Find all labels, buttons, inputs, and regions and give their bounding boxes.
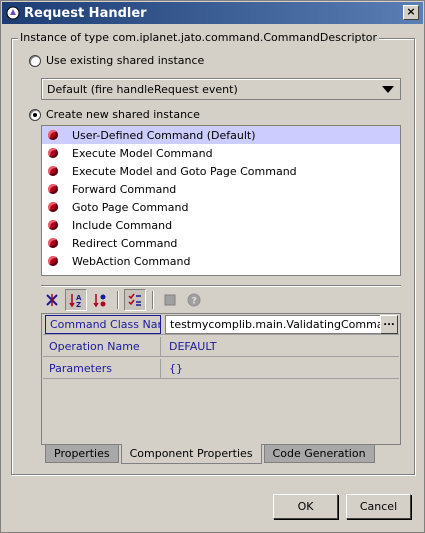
command-label: Execute Model and Goto Page Command <box>72 164 297 178</box>
property-row[interactable]: Parameters {} <box>43 358 399 379</box>
bean-icon <box>48 130 58 140</box>
property-name[interactable]: Operation Name <box>45 337 161 356</box>
property-row[interactable]: Operation Name DEFAULT <box>43 336 399 357</box>
sort-by-type-icon[interactable] <box>89 289 111 311</box>
property-editor-icon[interactable] <box>159 289 181 311</box>
command-label: Goto Page Command <box>72 200 189 214</box>
toolbar-separator <box>152 291 153 309</box>
window-title: Request Handler <box>24 5 147 21</box>
command-list-item[interactable]: Execute Model Command <box>42 144 400 162</box>
property-name[interactable]: Parameters <box>45 359 161 378</box>
svg-text:Z: Z <box>76 301 81 308</box>
ellipsis-button[interactable]: ... <box>380 315 398 334</box>
app-icon <box>6 6 20 20</box>
bean-icon <box>48 148 58 158</box>
property-name[interactable]: Command Class Name <box>45 315 161 334</box>
property-row[interactable]: Command Class Name testmycomplib.main.Va… <box>43 314 399 335</box>
use-existing-label: Use existing shared instance <box>46 54 205 67</box>
group-title: Instance of type com.iplanet.jato.comman… <box>18 31 380 44</box>
bean-icon <box>48 238 58 248</box>
command-label: Forward Command <box>72 182 177 196</box>
ok-button[interactable]: OK <box>273 494 338 519</box>
tab-properties[interactable]: Properties <box>45 445 119 463</box>
toolbar-separator <box>117 291 118 309</box>
bean-icon <box>48 220 58 230</box>
create-new-label: Create new shared instance <box>46 108 200 121</box>
cancel-button[interactable]: Cancel <box>346 494 411 519</box>
dialog-window: Request Handler × Instance of type com.i… <box>0 0 425 533</box>
command-label: Execute Model Command <box>72 146 213 160</box>
sort-unsorted-icon[interactable] <box>41 289 63 311</box>
existing-instance-combo[interactable]: Default (fire handleRequest event) <box>41 78 401 100</box>
command-list-item[interactable]: User-Defined Command (Default) <box>42 126 400 144</box>
bean-icon <box>48 184 58 194</box>
create-new-radio[interactable] <box>29 108 41 121</box>
property-sheet: Command Class Name testmycomplib.main.Va… <box>41 313 401 445</box>
command-list-item[interactable]: WebAction Command <box>42 252 400 270</box>
bean-icon <box>48 202 58 212</box>
svg-text:?: ? <box>192 297 197 307</box>
command-list-item[interactable]: Include Command <box>42 216 400 234</box>
help-icon[interactable]: ? <box>183 289 205 311</box>
divider <box>41 285 401 287</box>
create-new-option[interactable]: Create new shared instance <box>29 108 200 121</box>
bean-icon <box>48 256 58 266</box>
command-label: WebAction Command <box>72 254 191 268</box>
property-value-input[interactable]: testmycomplib.main.ValidatingCommand1 <box>165 315 381 334</box>
command-label: Include Command <box>72 218 173 232</box>
existing-instance-value: Default (fire handleRequest event) <box>47 82 238 96</box>
command-list-item[interactable]: Redirect Command <box>42 234 400 252</box>
customize-properties-icon[interactable] <box>124 289 146 311</box>
close-button[interactable]: × <box>403 5 419 20</box>
command-list-item[interactable]: Forward Command <box>42 180 400 198</box>
sort-by-name-icon[interactable]: A Z <box>65 289 87 311</box>
property-value[interactable]: {} <box>165 359 381 378</box>
command-list-item[interactable]: Execute Model and Goto Page Command <box>42 162 400 180</box>
use-existing-radio[interactable] <box>29 54 41 67</box>
use-existing-option[interactable]: Use existing shared instance <box>29 54 204 67</box>
command-label: User-Defined Command (Default) <box>72 128 256 142</box>
command-label: Redirect Command <box>72 236 178 250</box>
command-list[interactable]: User-Defined Command (Default) Execute M… <box>41 125 401 276</box>
title-bar[interactable]: Request Handler × <box>2 2 423 24</box>
dropdown-arrow-icon[interactable] <box>382 86 394 93</box>
command-list-item[interactable]: Goto Page Command <box>42 198 400 216</box>
tab-component-properties[interactable]: Component Properties <box>120 444 262 464</box>
property-tabs: Properties Component Properties Code Gen… <box>45 444 377 465</box>
tab-code-generation[interactable]: Code Generation <box>263 445 375 463</box>
property-toolbar: A Z ? <box>41 289 401 311</box>
bean-icon <box>48 166 58 176</box>
property-value[interactable]: DEFAULT <box>165 337 381 356</box>
